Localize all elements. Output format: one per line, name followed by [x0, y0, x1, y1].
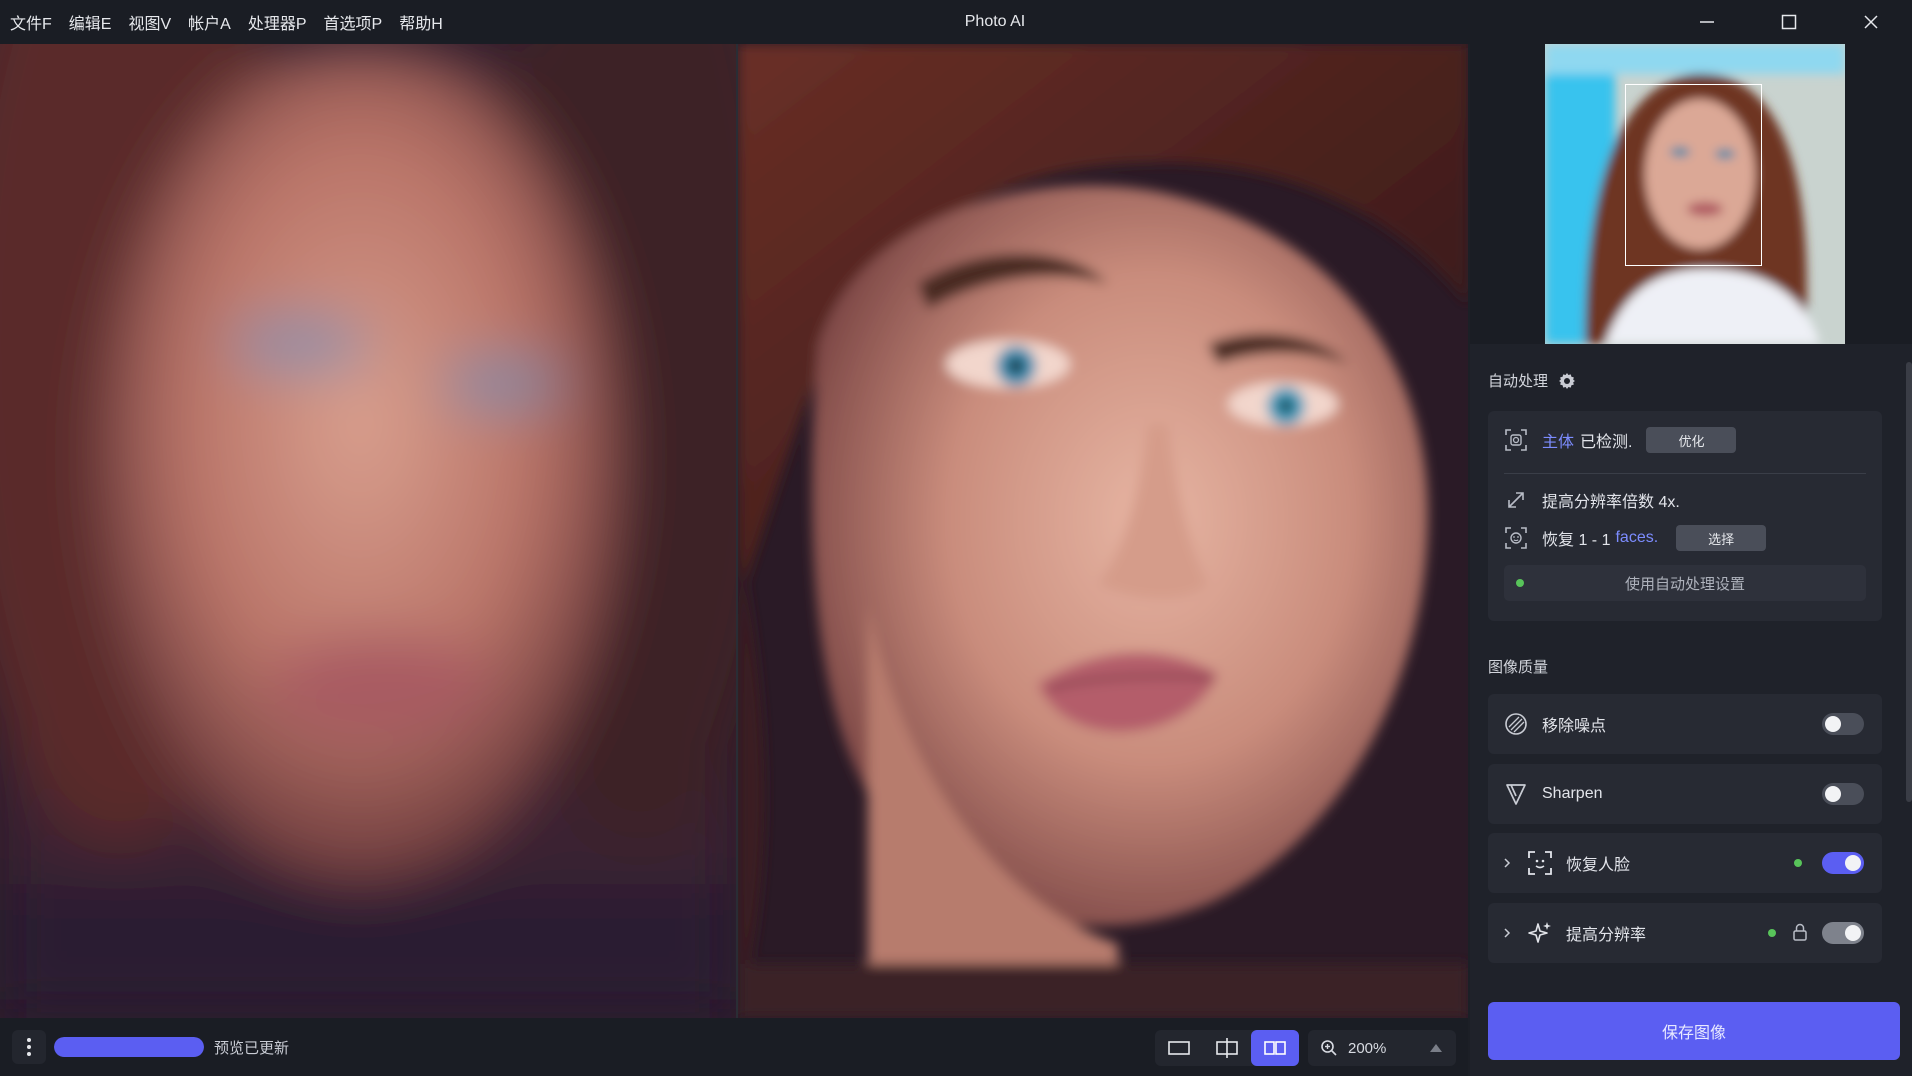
maximize-icon	[1781, 14, 1797, 30]
status-bar: 预览已更新 200%	[0, 1018, 1468, 1076]
sharpen-icon	[1504, 782, 1528, 806]
upscale-sparkle-icon	[1528, 921, 1552, 945]
view-mode-switch	[1155, 1030, 1299, 1066]
subject-link[interactable]: 主体	[1542, 428, 1574, 452]
processed-preview[interactable]	[738, 44, 1468, 1018]
navigator-preview[interactable]	[1470, 44, 1912, 344]
preview-status-text: 预览已更新	[214, 1039, 290, 1057]
title-bar: 文件F 编辑E 视图V 帐户A 处理器P 首选项P 帮助H Photo AI	[0, 0, 1912, 44]
sharpen-toggle[interactable]	[1822, 783, 1864, 805]
use-autopilot-settings-button[interactable]: 使用自动处理设置	[1504, 565, 1866, 601]
subject-row: 主体 已检测. 优化	[1488, 425, 1882, 455]
minimize-button[interactable]	[1666, 0, 1748, 44]
right-panel: 自动处理 主体 已检测. 优化 提高分辨率倍数 4x. 恢复 1 - 1 fac…	[1470, 44, 1912, 1076]
autopilot-title: 自动处理	[1488, 373, 1549, 390]
upscale-toggle-knob	[1845, 925, 1861, 941]
denoise-toggle[interactable]	[1822, 713, 1864, 735]
autopilot-section-title: 自动处理	[1488, 370, 1576, 391]
quality-item-denoise[interactable]: 移除噪点	[1488, 694, 1882, 754]
menu-help[interactable]: 帮助H	[399, 10, 452, 34]
processed-image	[738, 44, 1468, 1018]
original-image	[0, 44, 736, 1018]
single-view-icon	[1168, 1041, 1190, 1055]
zoom-value: 200%	[1348, 1039, 1387, 1057]
more-options-button[interactable]	[12, 1030, 46, 1064]
face-recovery-toggle[interactable]	[1822, 852, 1864, 874]
menu-edit[interactable]: 编辑E	[69, 10, 121, 34]
upscale-label: 提高分辨率	[1566, 927, 1647, 944]
face-recovery-icon	[1528, 851, 1552, 875]
denoise-label: 移除噪点	[1542, 718, 1607, 735]
gear-icon[interactable]	[1558, 372, 1576, 390]
denoise-toggle-knob	[1825, 716, 1841, 732]
lock-icon[interactable]	[1792, 923, 1808, 941]
menu-processor[interactable]: 处理器P	[248, 10, 316, 34]
quality-item-upscale[interactable]: 提高分辨率	[1488, 903, 1882, 963]
split-view-icon	[1216, 1038, 1238, 1058]
single-view-button[interactable]	[1155, 1030, 1203, 1066]
autopilot-card: 主体 已检测. 优化 提高分辨率倍数 4x. 恢复 1 - 1 faces. 选…	[1488, 411, 1882, 621]
face-recovery-label: 恢复人脸	[1566, 857, 1631, 874]
subject-detect-icon	[1504, 428, 1528, 452]
more-vertical-icon	[27, 1038, 31, 1056]
zoom-control[interactable]: 200%	[1308, 1030, 1456, 1066]
close-button[interactable]	[1830, 0, 1912, 44]
navigator-viewport-frame[interactable]	[1625, 84, 1762, 266]
quality-title: 图像质量	[1488, 659, 1549, 676]
autopilot-status-dot	[1516, 579, 1524, 587]
menu-bar: 文件F 编辑E 视图V 帐户A 处理器P 首选项P 帮助H	[10, 10, 460, 34]
sharpen-toggle-knob	[1825, 786, 1841, 802]
face-recovery-toggle-knob	[1845, 855, 1861, 871]
sharpen-label: Sharpen	[1542, 785, 1603, 802]
zoom-dropdown-arrow-icon[interactable]	[1430, 1044, 1442, 1052]
subject-status: 已检测.	[1580, 434, 1633, 451]
quality-section-title: 图像质量	[1488, 656, 1548, 677]
faces-count-text: 恢复 1 - 1	[1542, 532, 1611, 549]
menu-account[interactable]: 帐户A	[188, 10, 240, 34]
original-preview[interactable]	[0, 44, 736, 1018]
upscale-applied-dot	[1768, 929, 1776, 937]
use-autopilot-settings-label: 使用自动处理设置	[1624, 575, 1745, 593]
side-by-side-view-button[interactable]	[1251, 1030, 1299, 1066]
autopilot-separator	[1504, 473, 1866, 474]
side-by-side-view-icon	[1264, 1041, 1286, 1055]
upscale-info-text: 提高分辨率倍数 4x.	[1542, 494, 1680, 511]
quality-item-sharpen[interactable]: Sharpen	[1488, 764, 1882, 824]
menu-preferences[interactable]: 首选项P	[324, 10, 392, 34]
split-view-button[interactable]	[1203, 1030, 1251, 1066]
quality-item-face-recovery[interactable]: 恢复人脸	[1488, 833, 1882, 893]
faces-info-row: 恢复 1 - 1 faces. 选择	[1488, 523, 1882, 553]
close-icon	[1864, 15, 1878, 29]
upscale-info-row: 提高分辨率倍数 4x.	[1488, 485, 1882, 515]
image-viewer[interactable]	[0, 44, 1468, 1018]
upscale-toggle[interactable]	[1822, 922, 1864, 944]
resize-arrows-icon	[1504, 488, 1528, 512]
window-controls	[1666, 0, 1912, 44]
menu-file[interactable]: 文件F	[10, 10, 61, 34]
select-faces-button[interactable]: 选择	[1676, 525, 1767, 551]
save-image-button[interactable]: 保存图像	[1488, 1002, 1900, 1060]
denoise-icon	[1504, 712, 1528, 736]
face-detect-icon	[1504, 526, 1528, 550]
maximize-button[interactable]	[1748, 0, 1830, 44]
preview-progress-bar	[54, 1037, 204, 1057]
faces-link[interactable]: faces.	[1615, 529, 1658, 547]
panel-scrollbar[interactable]	[1906, 362, 1912, 802]
preview-progress-fill	[54, 1037, 204, 1057]
navigator-thumbnail[interactable]	[1545, 44, 1845, 344]
face-recovery-applied-dot	[1794, 859, 1802, 867]
optimize-button[interactable]: 优化	[1646, 427, 1737, 453]
menu-view[interactable]: 视图V	[128, 10, 180, 34]
zoom-icon	[1321, 1040, 1337, 1056]
minimize-icon	[1700, 21, 1714, 23]
